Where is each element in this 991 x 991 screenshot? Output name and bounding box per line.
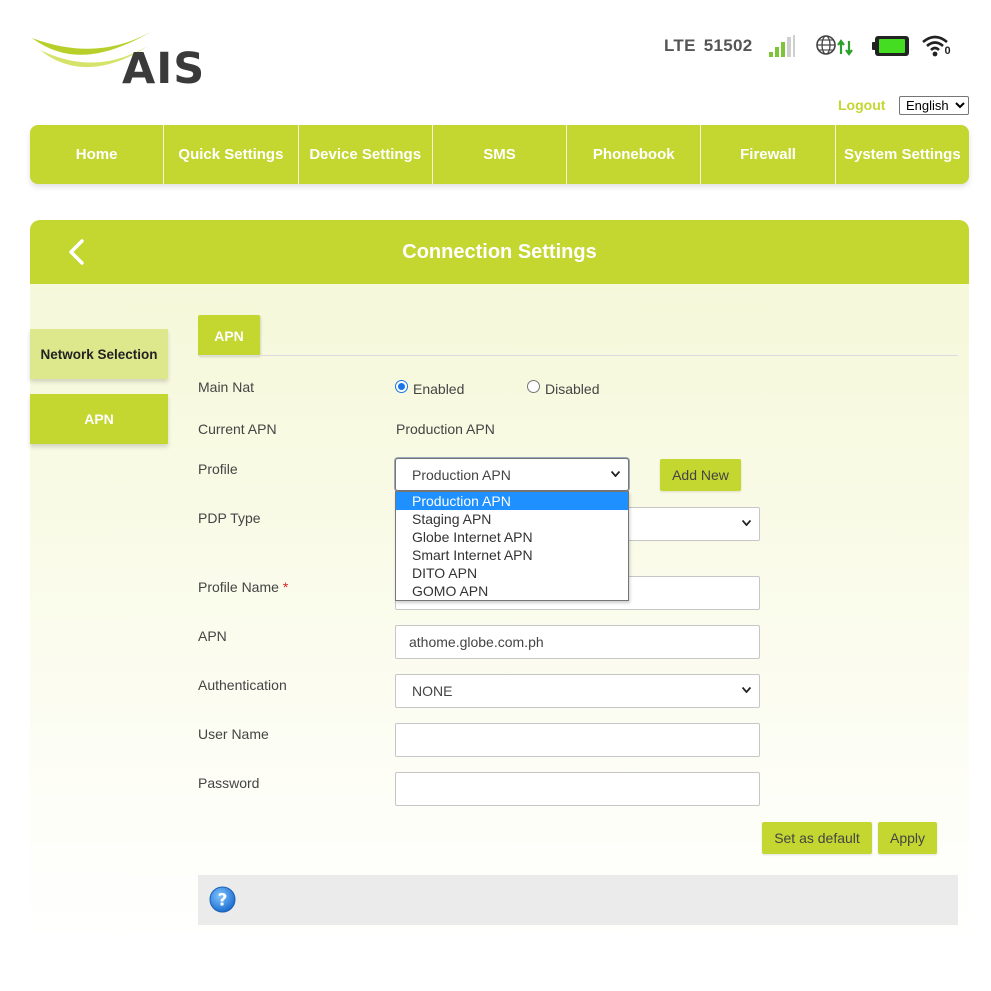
nav-quick-settings[interactable]: Quick Settings bbox=[164, 125, 299, 184]
set-default-button[interactable]: Set as default bbox=[762, 822, 872, 854]
tab-apn[interactable]: APN bbox=[198, 315, 260, 356]
main-nat-enabled-label: Enabled bbox=[413, 381, 465, 397]
sidebar-item-network-selection[interactable]: Network Selection bbox=[30, 329, 168, 379]
apply-button[interactable]: Apply bbox=[878, 822, 937, 854]
status-bar: LTE 51502 0 bbox=[664, 30, 953, 62]
user-name-input[interactable] bbox=[395, 723, 760, 757]
nav-system-settings[interactable]: System Settings bbox=[836, 125, 969, 184]
profile-name-label-text: Profile Name bbox=[198, 579, 279, 595]
current-apn-label: Current APN bbox=[198, 421, 277, 437]
signal-icon bbox=[768, 35, 795, 57]
back-chevron-icon[interactable] bbox=[66, 238, 86, 266]
nav-sms[interactable]: SMS bbox=[433, 125, 568, 184]
main-nat-enabled-radio[interactable] bbox=[395, 380, 408, 393]
nav-firewall[interactable]: Firewall bbox=[701, 125, 836, 184]
logo-text: AIS bbox=[122, 44, 206, 94]
profile-select[interactable]: Production APN bbox=[395, 458, 629, 491]
chevron-down-icon bbox=[742, 520, 751, 526]
nav-device-settings[interactable]: Device Settings bbox=[299, 125, 433, 184]
svg-text:?: ? bbox=[218, 891, 228, 911]
nav-phonebook[interactable]: Phonebook bbox=[567, 125, 702, 184]
network-info: LTE 51502 bbox=[664, 36, 753, 56]
help-bar: ? bbox=[198, 875, 958, 925]
profile-select-value: Production APN bbox=[412, 466, 511, 483]
help-icon[interactable]: ? bbox=[209, 886, 236, 913]
sidebar-item-apn[interactable]: APN bbox=[30, 394, 168, 444]
pdp-type-label: PDP Type bbox=[198, 510, 261, 526]
wifi-icon: 0 bbox=[921, 33, 953, 59]
profile-label: Profile bbox=[198, 461, 238, 477]
profile-option[interactable]: Smart Internet APN bbox=[396, 546, 628, 564]
page-title: Connection Settings bbox=[402, 240, 597, 263]
authentication-label: Authentication bbox=[198, 677, 287, 693]
data-arrows-icon bbox=[836, 39, 853, 56]
profile-dropdown-list: Production APN Staging APN Globe Interne… bbox=[395, 491, 629, 601]
password-input[interactable] bbox=[395, 772, 760, 806]
authentication-select[interactable]: NONE bbox=[395, 674, 760, 708]
apn-input[interactable]: athome.globe.com.ph bbox=[395, 625, 760, 659]
globe-icon bbox=[815, 34, 859, 58]
profile-option[interactable]: Globe Internet APN bbox=[396, 528, 628, 546]
profile-option[interactable]: GOMO APN bbox=[396, 582, 628, 600]
current-apn-value: Production APN bbox=[396, 421, 495, 437]
add-new-button[interactable]: Add New bbox=[660, 459, 741, 491]
chevron-down-icon bbox=[742, 687, 751, 693]
profile-option[interactable]: Staging APN bbox=[396, 510, 628, 528]
operator-code: 51502 bbox=[703, 36, 753, 55]
language-select[interactable]: English bbox=[899, 96, 969, 115]
wifi-client-count: 0 bbox=[944, 45, 951, 57]
main-nat-label: Main Nat bbox=[198, 379, 255, 395]
apn-label: APN bbox=[198, 628, 227, 644]
password-label: Password bbox=[198, 775, 260, 791]
ais-logo: AIS bbox=[30, 26, 206, 94]
user-name-label: User Name bbox=[198, 726, 269, 742]
apn-value: athome.globe.com.ph bbox=[409, 634, 544, 650]
main-nat-disabled-radio[interactable] bbox=[527, 380, 540, 393]
profile-option[interactable]: DITO APN bbox=[396, 564, 628, 582]
chevron-down-icon bbox=[611, 471, 620, 477]
main-nat-disabled-label: Disabled bbox=[545, 381, 600, 397]
required-mark: * bbox=[282, 579, 289, 595]
tab-divider bbox=[198, 355, 958, 356]
main-nav: Home Quick Settings Device Settings SMS … bbox=[30, 125, 969, 184]
profile-option[interactable]: Production APN bbox=[396, 492, 628, 510]
battery-icon bbox=[871, 36, 911, 56]
nav-home[interactable]: Home bbox=[30, 125, 165, 184]
panel-header: Connection Settings bbox=[30, 220, 969, 284]
network-type: LTE bbox=[664, 36, 696, 55]
profile-name-label: Profile Name * bbox=[198, 579, 288, 595]
authentication-value: NONE bbox=[412, 683, 453, 699]
logout-link[interactable]: Logout bbox=[838, 97, 885, 113]
